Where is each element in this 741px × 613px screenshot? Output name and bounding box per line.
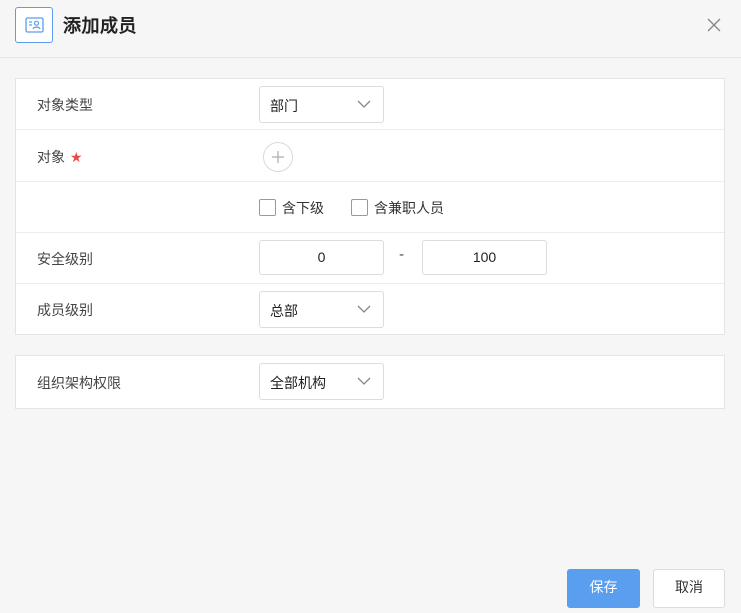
security-level-row: 安全级别 0 - 100 bbox=[16, 233, 724, 284]
member-form-card: 对象类型 部门 对象★ 含下级 含兼职人员 安全级别 0 - 100 成员级别 bbox=[15, 78, 725, 335]
object-type-label: 对象类型 bbox=[37, 98, 93, 114]
dialog-header: 添加成员 bbox=[0, 0, 741, 58]
include-sub-checkbox[interactable] bbox=[259, 199, 276, 216]
org-permission-value: 全部机构 bbox=[270, 376, 326, 392]
org-permission-row: 组织架构权限 全部机构 bbox=[16, 356, 724, 408]
include-parttime-label[interactable]: 含兼职人员 bbox=[374, 198, 444, 218]
org-permission-card: 组织架构权限 全部机构 bbox=[15, 355, 725, 409]
include-sub-label[interactable]: 含下级 bbox=[282, 198, 324, 218]
member-level-row: 成员级别 总部 bbox=[16, 284, 724, 335]
plus-icon bbox=[272, 151, 284, 163]
cancel-button[interactable]: 取消 bbox=[653, 569, 725, 608]
security-level-max-input[interactable]: 100 bbox=[422, 240, 547, 275]
include-parttime-checkbox[interactable] bbox=[351, 199, 368, 216]
security-level-min-input[interactable]: 0 bbox=[259, 240, 384, 275]
chevron-down-icon bbox=[357, 305, 371, 313]
contact-card-icon bbox=[15, 7, 53, 43]
required-star-icon: ★ bbox=[70, 150, 83, 166]
close-icon[interactable] bbox=[705, 16, 723, 34]
org-permission-select[interactable]: 全部机构 bbox=[259, 363, 384, 400]
chevron-down-icon bbox=[357, 100, 371, 108]
object-row: 对象 ★ bbox=[16, 130, 724, 182]
org-permission-label: 组织架构权限 bbox=[37, 376, 121, 392]
object-type-value: 部门 bbox=[270, 99, 298, 115]
options-row: 含下级 含兼职人员 bbox=[16, 182, 724, 233]
save-button[interactable]: 保存 bbox=[567, 569, 640, 608]
member-level-value: 总部 bbox=[270, 304, 298, 320]
security-level-label: 安全级别 bbox=[37, 252, 93, 268]
member-level-select[interactable]: 总部 bbox=[259, 291, 384, 328]
object-label: 对象 ★ bbox=[37, 150, 83, 166]
object-type-select[interactable]: 部门 bbox=[259, 86, 384, 123]
add-object-button[interactable] bbox=[263, 142, 293, 172]
chevron-down-icon bbox=[357, 377, 371, 385]
dialog-title: 添加成员 bbox=[63, 16, 137, 37]
range-separator: - bbox=[399, 247, 405, 263]
member-level-label: 成员级别 bbox=[37, 303, 93, 319]
object-type-row: 对象类型 部门 bbox=[16, 79, 724, 130]
